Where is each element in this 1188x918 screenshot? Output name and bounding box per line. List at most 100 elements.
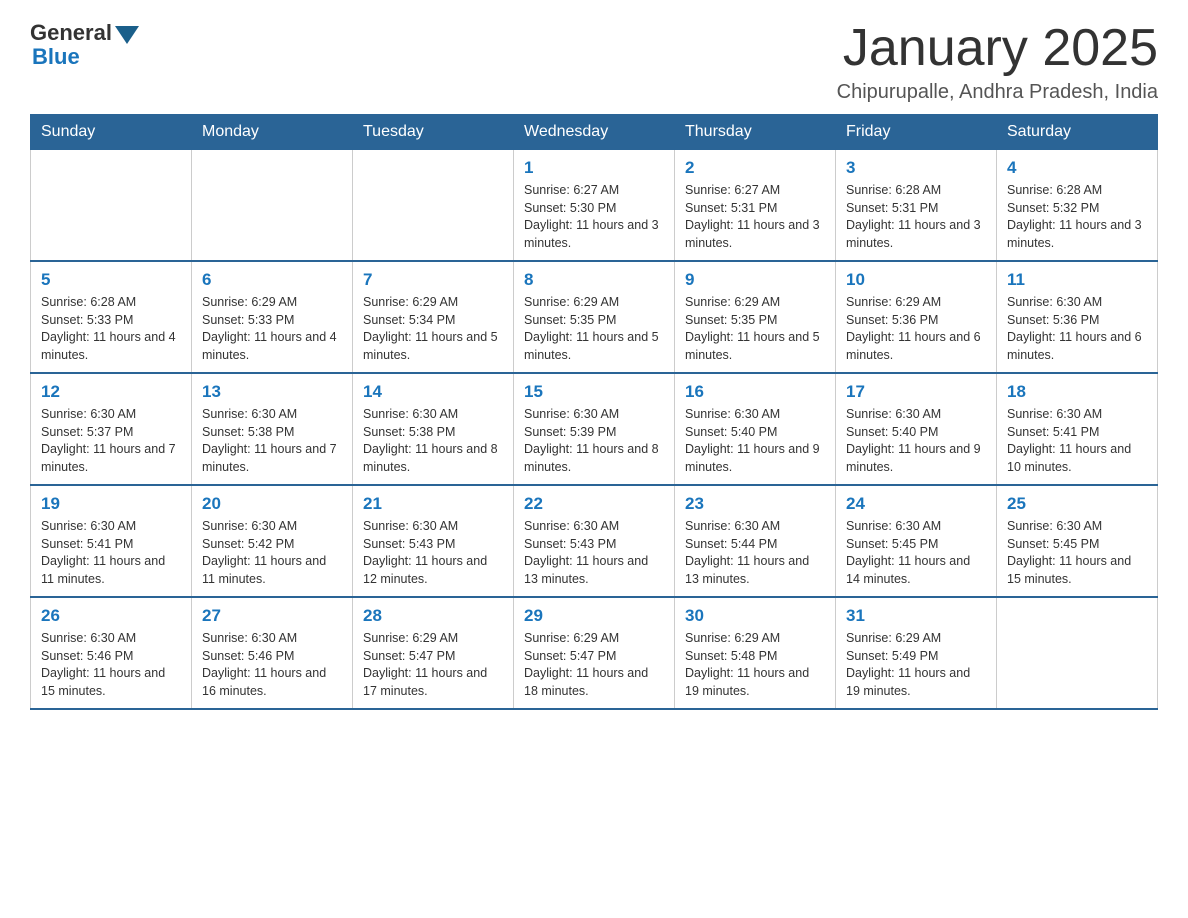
calendar-cell: 20 Sunrise: 6:30 AM Sunset: 5:42 PM Dayli… — [192, 485, 353, 597]
calendar-cell: 30Sunrise: 6:29 AM Sunset: 5:48 PM Dayli… — [675, 597, 836, 709]
day-number: 6 — [202, 270, 342, 290]
calendar-cell: 28Sunrise: 6:29 AM Sunset: 5:47 PM Dayli… — [353, 597, 514, 709]
day-number: 3 — [846, 158, 986, 178]
calendar-cell: 23 Sunrise: 6:30 AM Sunset: 5:44 PM Dayli… — [675, 485, 836, 597]
day-number: 23 — [685, 494, 825, 514]
calendar-cell: 24 Sunrise: 6:30 AM Sunset: 5:45 PM Dayli… — [836, 485, 997, 597]
day-number: 16 — [685, 382, 825, 402]
day-info: Sunrise: 6:30 AM Sunset: 5:44 PM Dayligh… — [685, 518, 825, 588]
day-number: 2 — [685, 158, 825, 178]
month-title: January 2025 — [837, 20, 1158, 77]
day-number: 10 — [846, 270, 986, 290]
day-number: 25 — [1007, 494, 1147, 514]
calendar-cell: 16 Sunrise: 6:30 AM Sunset: 5:40 PM Dayli… — [675, 373, 836, 485]
calendar-week-row: 1 Sunrise: 6:27 AM Sunset: 5:30 PM Daylig… — [31, 150, 1158, 262]
day-info: Sunrise: 6:29 AM Sunset: 5:33 PM Dayligh… — [202, 294, 342, 364]
calendar-cell: 1 Sunrise: 6:27 AM Sunset: 5:30 PM Daylig… — [514, 150, 675, 262]
calendar-cell: 26 Sunrise: 6:30 AM Sunset: 5:46 PM Dayli… — [31, 597, 192, 709]
day-info: Sunrise: 6:30 AM Sunset: 5:38 PM Dayligh… — [202, 406, 342, 476]
calendar-cell: 11 Sunrise: 6:30 AM Sunset: 5:36 PM Dayli… — [997, 261, 1158, 373]
weekday-header: Friday — [836, 115, 997, 150]
calendar-cell: 4 Sunrise: 6:28 AM Sunset: 5:32 PM Daylig… — [997, 150, 1158, 262]
day-number: 11 — [1007, 270, 1147, 290]
calendar-cell: 27Sunrise: 6:30 AM Sunset: 5:46 PM Dayli… — [192, 597, 353, 709]
day-number: 17 — [846, 382, 986, 402]
day-info: Sunrise: 6:30 AM Sunset: 5:38 PM Dayligh… — [363, 406, 503, 476]
calendar-cell: 3 Sunrise: 6:28 AM Sunset: 5:31 PM Daylig… — [836, 150, 997, 262]
day-info: Sunrise: 6:30 AM Sunset: 5:39 PM Dayligh… — [524, 406, 664, 476]
calendar-week-row: 19Sunrise: 6:30 AM Sunset: 5:41 PM Dayli… — [31, 485, 1158, 597]
day-info: Sunrise: 6:29 AM Sunset: 5:47 PM Dayligh… — [524, 630, 664, 700]
day-number: 13 — [202, 382, 342, 402]
calendar-cell — [31, 150, 192, 262]
calendar-header-row: SundayMondayTuesdayWednesdayThursdayFrid… — [31, 115, 1158, 150]
day-info: Sunrise: 6:29 AM Sunset: 5:49 PM Dayligh… — [846, 630, 986, 700]
calendar-cell: 2 Sunrise: 6:27 AM Sunset: 5:31 PM Daylig… — [675, 150, 836, 262]
calendar-cell: 15 Sunrise: 6:30 AM Sunset: 5:39 PM Dayli… — [514, 373, 675, 485]
logo: General Blue — [30, 20, 139, 70]
day-number: 14 — [363, 382, 503, 402]
day-number: 18 — [1007, 382, 1147, 402]
day-info: Sunrise: 6:28 AM Sunset: 5:33 PM Dayligh… — [41, 294, 181, 364]
day-info: Sunrise: 6:30 AM Sunset: 5:40 PM Dayligh… — [685, 406, 825, 476]
logo-arrow-icon — [115, 26, 139, 44]
weekday-header: Thursday — [675, 115, 836, 150]
logo-blue-text: Blue — [32, 44, 80, 70]
calendar-week-row: 5 Sunrise: 6:28 AM Sunset: 5:33 PM Daylig… — [31, 261, 1158, 373]
day-info: Sunrise: 6:27 AM Sunset: 5:31 PM Dayligh… — [685, 182, 825, 252]
day-number: 12 — [41, 382, 181, 402]
day-number: 27 — [202, 606, 342, 626]
day-info: Sunrise: 6:30 AM Sunset: 5:45 PM Dayligh… — [846, 518, 986, 588]
day-info: Sunrise: 6:30 AM Sunset: 5:45 PM Dayligh… — [1007, 518, 1147, 588]
calendar-cell — [192, 150, 353, 262]
day-number: 4 — [1007, 158, 1147, 178]
calendar-cell: 14 Sunrise: 6:30 AM Sunset: 5:38 PM Dayli… — [353, 373, 514, 485]
calendar-week-row: 12 Sunrise: 6:30 AM Sunset: 5:37 PM Dayli… — [31, 373, 1158, 485]
calendar-cell: 6 Sunrise: 6:29 AM Sunset: 5:33 PM Daylig… — [192, 261, 353, 373]
day-info: Sunrise: 6:30 AM Sunset: 5:42 PM Dayligh… — [202, 518, 342, 588]
day-info: Sunrise: 6:30 AM Sunset: 5:41 PM Dayligh… — [1007, 406, 1147, 476]
weekday-header: Monday — [192, 115, 353, 150]
day-info: Sunrise: 6:29 AM Sunset: 5:36 PM Dayligh… — [846, 294, 986, 364]
day-info: Sunrise: 6:29 AM Sunset: 5:35 PM Dayligh… — [685, 294, 825, 364]
day-number: 7 — [363, 270, 503, 290]
day-number: 15 — [524, 382, 664, 402]
calendar-cell: 19Sunrise: 6:30 AM Sunset: 5:41 PM Dayli… — [31, 485, 192, 597]
calendar-cell — [997, 597, 1158, 709]
calendar-cell: 31Sunrise: 6:29 AM Sunset: 5:49 PM Dayli… — [836, 597, 997, 709]
day-info: Sunrise: 6:27 AM Sunset: 5:30 PM Dayligh… — [524, 182, 664, 252]
day-info: Sunrise: 6:30 AM Sunset: 5:36 PM Dayligh… — [1007, 294, 1147, 364]
title-section: January 2025 Chipurupalle, Andhra Prades… — [837, 20, 1158, 104]
weekday-header: Sunday — [31, 115, 192, 150]
weekday-header: Tuesday — [353, 115, 514, 150]
calendar-cell: 25 Sunrise: 6:30 AM Sunset: 5:45 PM Dayli… — [997, 485, 1158, 597]
calendar-cell: 9 Sunrise: 6:29 AM Sunset: 5:35 PM Daylig… — [675, 261, 836, 373]
calendar-cell: 10 Sunrise: 6:29 AM Sunset: 5:36 PM Dayli… — [836, 261, 997, 373]
calendar-cell: 13 Sunrise: 6:30 AM Sunset: 5:38 PM Dayli… — [192, 373, 353, 485]
day-info: Sunrise: 6:29 AM Sunset: 5:35 PM Dayligh… — [524, 294, 664, 364]
day-number: 24 — [846, 494, 986, 514]
calendar-cell: 17Sunrise: 6:30 AM Sunset: 5:40 PM Dayli… — [836, 373, 997, 485]
day-number: 5 — [41, 270, 181, 290]
day-number: 9 — [685, 270, 825, 290]
day-number: 1 — [524, 158, 664, 178]
day-info: Sunrise: 6:28 AM Sunset: 5:32 PM Dayligh… — [1007, 182, 1147, 252]
calendar-cell — [353, 150, 514, 262]
day-number: 20 — [202, 494, 342, 514]
calendar-cell: 22Sunrise: 6:30 AM Sunset: 5:43 PM Dayli… — [514, 485, 675, 597]
day-number: 30 — [685, 606, 825, 626]
calendar-cell: 21Sunrise: 6:30 AM Sunset: 5:43 PM Dayli… — [353, 485, 514, 597]
weekday-header: Saturday — [997, 115, 1158, 150]
day-number: 29 — [524, 606, 664, 626]
location-text: Chipurupalle, Andhra Pradesh, India — [837, 81, 1158, 104]
day-info: Sunrise: 6:30 AM Sunset: 5:46 PM Dayligh… — [41, 630, 181, 700]
weekday-header: Wednesday — [514, 115, 675, 150]
day-number: 26 — [41, 606, 181, 626]
calendar-cell: 29 Sunrise: 6:29 AM Sunset: 5:47 PM Dayli… — [514, 597, 675, 709]
day-number: 22 — [524, 494, 664, 514]
day-info: Sunrise: 6:29 AM Sunset: 5:47 PM Dayligh… — [363, 630, 503, 700]
day-info: Sunrise: 6:28 AM Sunset: 5:31 PM Dayligh… — [846, 182, 986, 252]
day-info: Sunrise: 6:30 AM Sunset: 5:37 PM Dayligh… — [41, 406, 181, 476]
calendar-cell: 12 Sunrise: 6:30 AM Sunset: 5:37 PM Dayli… — [31, 373, 192, 485]
calendar-cell: 5 Sunrise: 6:28 AM Sunset: 5:33 PM Daylig… — [31, 261, 192, 373]
